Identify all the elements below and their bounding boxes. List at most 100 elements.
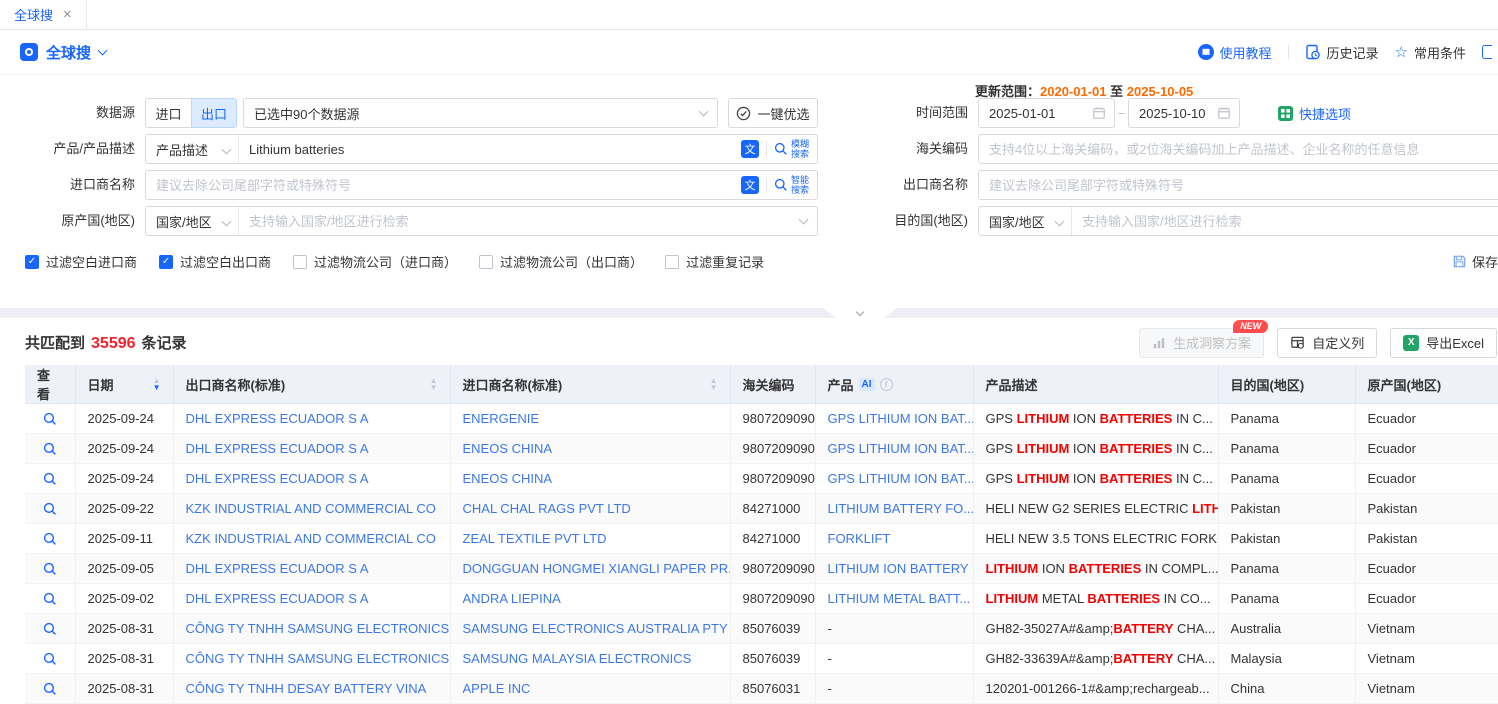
view-details-button[interactable] <box>39 528 61 550</box>
product-link[interactable]: GPS LITHIUM ION BAT... <box>828 411 974 426</box>
view-details-button[interactable] <box>39 558 61 580</box>
view-details-button[interactable] <box>39 588 61 610</box>
view-details-button[interactable] <box>39 438 61 460</box>
tab-close-icon[interactable]: × <box>63 7 72 22</box>
importer-link[interactable]: CHAL CHAL RAGS PVT LTD <box>463 501 631 516</box>
exporter-field[interactable] <box>978 170 1498 200</box>
filter-checkbox-0[interactable]: ✓过滤空白进口商 <box>25 252 137 271</box>
filter-checkbox-2[interactable]: 过滤物流公司（进口商） <box>293 252 457 271</box>
quick-options-button[interactable]: 快捷选项 <box>1278 98 1351 128</box>
exporter-link[interactable]: DHL EXPRESS ECUADOR S A <box>186 441 369 456</box>
importer-link[interactable]: ENERGENIE <box>463 411 540 426</box>
save-conditions-button[interactable]: 保存 <box>1452 252 1498 271</box>
chevron-down-icon[interactable] <box>98 46 108 56</box>
page-tab[interactable]: 全球搜 × <box>0 0 87 29</box>
exporter-link[interactable]: CÔNG TY TNHH SAMSUNG ELECTRONICS ... <box>186 651 451 666</box>
chevron-down-icon <box>699 107 709 117</box>
custom-columns-button[interactable]: 自定义列 <box>1277 328 1377 358</box>
checkbox-unchecked-icon[interactable] <box>665 255 679 269</box>
exporter-link[interactable]: DHL EXPRESS ECUADOR S A <box>186 591 369 606</box>
date-from-input[interactable] <box>979 106 1092 121</box>
sort-toggle[interactable]: ▲▼ <box>153 377 161 391</box>
filter-checkbox-3[interactable]: 过滤物流公司（出口商） <box>479 252 643 271</box>
sort-toggle[interactable]: ▲▼ <box>710 377 718 391</box>
checkbox-unchecked-icon[interactable] <box>479 255 493 269</box>
datasource-select[interactable]: 已选中90个数据源 <box>243 98 718 128</box>
optimize-button[interactable]: 一键优选 <box>728 98 818 128</box>
cell-description: HELI NEW 3.5 TONS ELECTRIC FORKL... <box>973 524 1218 554</box>
product-type-select[interactable]: 产品描述 <box>146 135 239 163</box>
view-details-button[interactable] <box>39 648 61 670</box>
smart-search-button[interactable]: 智能搜索 <box>774 175 811 195</box>
cell-view <box>25 584 75 614</box>
view-details-button[interactable] <box>39 468 61 490</box>
cell-date: 2025-09-24 <box>75 404 173 434</box>
importer-link[interactable]: APPLE INC <box>463 681 531 696</box>
sort-toggle[interactable]: ▲▼ <box>430 377 438 391</box>
date-to-field[interactable] <box>1128 98 1240 128</box>
view-details-button[interactable] <box>39 678 61 700</box>
checkbox-unchecked-icon[interactable] <box>293 255 307 269</box>
translate-icon[interactable]: 文 <box>741 140 759 158</box>
export-toggle-button[interactable]: 出口 <box>191 98 237 128</box>
product-link[interactable]: LITHIUM BATTERY FO... <box>828 501 974 516</box>
date-from-field[interactable] <box>978 98 1115 128</box>
column-header-3[interactable]: 进口商名称(标准)▲▼ <box>450 365 730 404</box>
history-link[interactable]: 历史记录 <box>1305 43 1379 62</box>
view-details-button[interactable] <box>39 408 61 430</box>
product-link[interactable]: FORKLIFT <box>828 531 891 546</box>
fuzzy-search-button[interactable]: 模糊搜索 <box>774 139 811 159</box>
favorites-link[interactable]: ☆ 常用条件 <box>1395 43 1466 62</box>
importer-input[interactable] <box>146 178 741 193</box>
column-label: 查看 <box>37 365 63 403</box>
importer-link[interactable]: DONGGUAN HONGMEI XIANGLI PAPER PR... <box>463 561 731 576</box>
view-details-button[interactable] <box>39 618 61 640</box>
exporter-link[interactable]: DHL EXPRESS ECUADOR S A <box>186 561 369 576</box>
checkbox-checked-icon[interactable]: ✓ <box>159 255 173 269</box>
exporter-link[interactable]: DHL EXPRESS ECUADOR S A <box>186 411 369 426</box>
description-text: CHA... <box>1173 621 1215 636</box>
column-header-1[interactable]: 日期▲▼ <box>75 365 173 404</box>
tutorial-link[interactable]: 使用教程 <box>1198 43 1272 62</box>
product-link[interactable]: LITHIUM ION BATTERY <box>828 561 969 576</box>
column-header-2[interactable]: 出口商名称(标准)▲▼ <box>173 365 450 404</box>
cell-date: 2025-08-31 <box>75 674 173 704</box>
importer-link[interactable]: ENEOS CHINA <box>463 441 553 456</box>
chart-icon <box>1152 336 1166 350</box>
importer-link[interactable]: ENEOS CHINA <box>463 471 553 486</box>
product-link[interactable]: GPS LITHIUM ION BAT... <box>828 471 974 486</box>
cell-destination: Panama <box>1218 464 1355 494</box>
generate-insight-button[interactable]: 生成洞察方案 NEW <box>1139 328 1264 358</box>
date-to-input[interactable] <box>1129 106 1217 121</box>
browser-tab-bar: 全球搜 × <box>0 0 1498 30</box>
importer-link[interactable]: SAMSUNG MALAYSIA ELECTRONICS <box>463 651 692 666</box>
product-link[interactable]: GPS LITHIUM ION BAT... <box>828 441 974 456</box>
filter-checkbox-1[interactable]: ✓过滤空白出口商 <box>159 252 271 271</box>
importer-link[interactable]: ZEAL TEXTILE PVT LTD <box>463 531 607 546</box>
view-details-button[interactable] <box>39 498 61 520</box>
hs-code-field[interactable] <box>978 134 1498 164</box>
exporter-link[interactable]: KZK INDUSTRIAL AND COMMERCIAL CO <box>186 531 436 546</box>
exporter-link[interactable]: KZK INDUSTRIAL AND COMMERCIAL CO <box>186 501 436 516</box>
product-input[interactable] <box>239 142 741 157</box>
product-link[interactable]: LITHIUM METAL BATT... <box>828 591 971 606</box>
export-excel-button[interactable]: X 导出Excel <box>1390 328 1497 358</box>
origin-type-select[interactable]: 国家/地区 <box>146 207 239 235</box>
destination-input[interactable] <box>1072 214 1498 229</box>
destination-type-select[interactable]: 国家/地区 <box>979 207 1072 235</box>
filter-checkbox-4[interactable]: 过滤重复记录 <box>665 252 764 271</box>
exporter-link[interactable]: CÔNG TY TNHH SAMSUNG ELECTRONICS ... <box>186 621 451 636</box>
import-toggle-button[interactable]: 进口 <box>145 98 191 128</box>
checkbox-checked-icon[interactable]: ✓ <box>25 255 39 269</box>
translate-icon[interactable]: 文 <box>741 176 759 194</box>
origin-input[interactable] <box>239 214 800 229</box>
exporter-link[interactable]: DHL EXPRESS ECUADOR S A <box>186 471 369 486</box>
cell-importer: ENERGENIE <box>450 404 730 434</box>
clipped-toolbar-item[interactable] <box>1482 45 1492 59</box>
exporter-link[interactable]: CÔNG TY TNHH DESAY BATTERY VINA <box>186 681 427 696</box>
hs-code-input[interactable] <box>979 142 1498 157</box>
importer-link[interactable]: SAMSUNG ELECTRONICS AUSTRALIA PTY <box>463 621 728 636</box>
importer-link[interactable]: ANDRA LIEPINA <box>463 591 561 606</box>
info-icon[interactable]: i <box>880 378 893 391</box>
exporter-input[interactable] <box>979 178 1498 193</box>
